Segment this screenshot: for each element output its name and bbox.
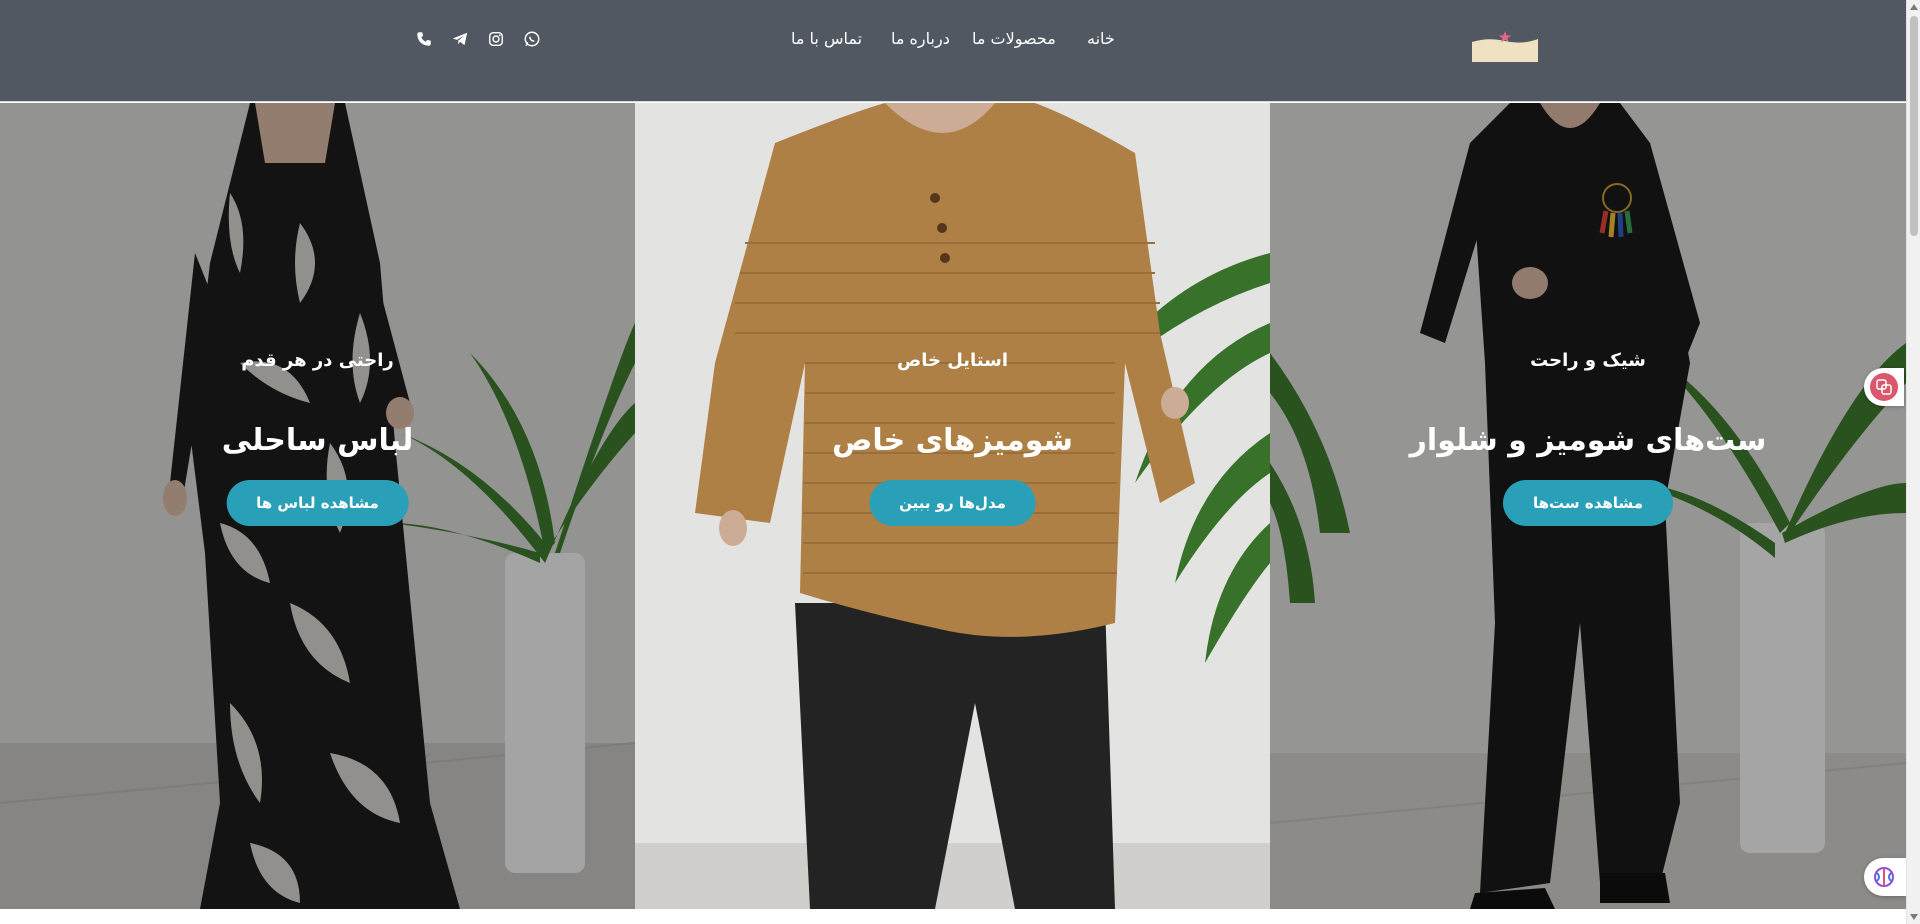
main-nav: خانه محصولات ما درباره ما تماس با ما xyxy=(790,26,1120,52)
hero-panel-blouses: استایل خاص شومیزهای خاص مدل‌ها رو ببین xyxy=(635,103,1270,909)
panel-heading: لباس ساحلی xyxy=(221,423,414,458)
panel-tagline: شیک و راحت xyxy=(1530,350,1646,371)
hero-section: راحتی در هر قدم لباس ساحلی مشاهده لباس ه… xyxy=(0,103,1906,909)
phone-icon[interactable] xyxy=(414,30,434,48)
social-links xyxy=(410,26,540,52)
whatsapp-icon[interactable] xyxy=(522,30,542,48)
nav-home[interactable]: خانه xyxy=(1087,26,1115,52)
translate-icon xyxy=(1870,373,1898,401)
brain-icon xyxy=(1874,867,1894,887)
page-scrollbar[interactable] xyxy=(1906,0,1920,924)
scrollbar-thumb[interactable] xyxy=(1910,16,1918,236)
nav-contact[interactable]: تماس با ما xyxy=(791,26,862,52)
hero-panel-beach-dress: راحتی در هر قدم لباس ساحلی مشاهده لباس ه… xyxy=(0,103,635,909)
nav-products[interactable]: محصولات ما xyxy=(972,26,1056,52)
panel-tagline: راحتی در هر قدم xyxy=(241,350,394,371)
hero-panel-sets: شیک و راحت ست‌های شومیز و شلوار مشاهده س… xyxy=(1270,103,1906,909)
page-bottom-strip xyxy=(0,909,1906,924)
nav-about[interactable]: درباره ما xyxy=(891,26,950,52)
view-sets-button[interactable]: مشاهده ست‌ها xyxy=(1503,480,1673,526)
view-dresses-button[interactable]: مشاهده لباس ها xyxy=(226,480,409,526)
site-header: خانه محصولات ما درباره ما تماس با ما xyxy=(0,0,1906,102)
instagram-icon[interactable] xyxy=(486,30,506,48)
assistant-widget-button[interactable] xyxy=(1864,858,1906,896)
panel-tagline: استایل خاص xyxy=(896,350,1008,371)
telegram-icon[interactable] xyxy=(450,30,470,48)
scroll-up-arrow-icon[interactable] xyxy=(1910,4,1918,10)
brand-logo[interactable] xyxy=(1472,28,1538,62)
scroll-down-arrow-icon[interactable] xyxy=(1910,914,1918,920)
view-models-button[interactable]: مدل‌ها رو ببین xyxy=(869,480,1036,526)
translate-widget-button[interactable] xyxy=(1864,368,1904,406)
panel-heading: شومیزهای خاص xyxy=(831,423,1074,458)
panel-heading: ست‌های شومیز و شلوار xyxy=(1409,423,1767,458)
